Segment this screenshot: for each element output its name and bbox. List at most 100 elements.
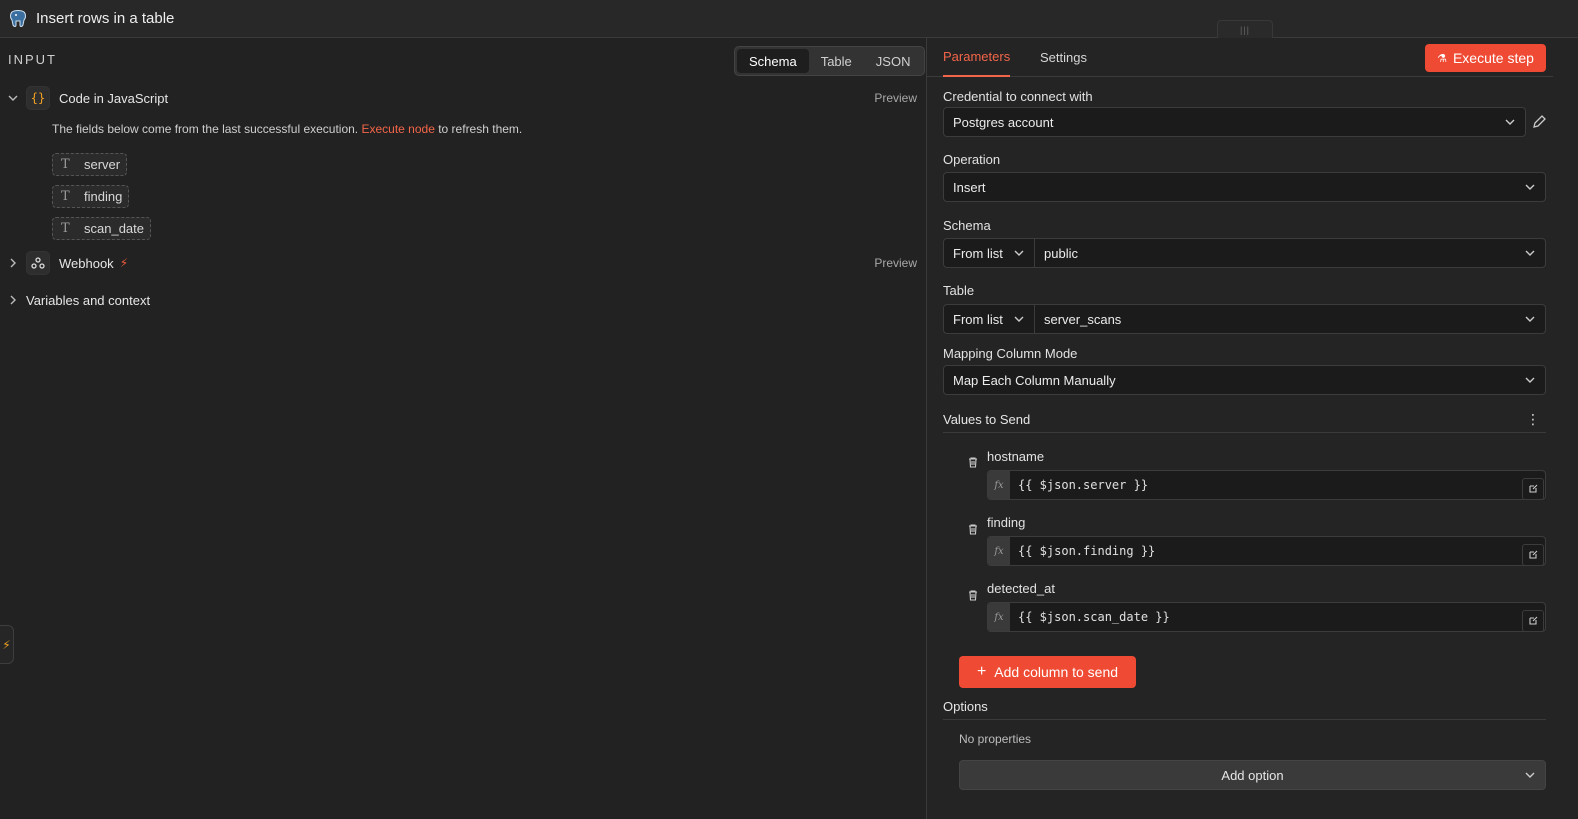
- add-option-button[interactable]: Add option: [959, 760, 1546, 790]
- postgres-elephant-icon: [10, 9, 26, 27]
- input-panel: INPUT Schema Table JSON {} Code in JavaS…: [0, 38, 926, 819]
- tab-settings[interactable]: Settings: [1040, 38, 1087, 77]
- no-properties-text: No properties: [959, 732, 1032, 746]
- lightning-bolt-icon: ⚡: [2, 637, 11, 652]
- field-pill-finding[interactable]: T finding: [52, 185, 130, 208]
- expression-value: {{ $json.server }}: [1018, 478, 1149, 492]
- expression-value: {{ $json.finding }}: [1018, 544, 1156, 558]
- credential-value: Postgres account: [953, 114, 1054, 130]
- options-header: Options: [943, 694, 1546, 720]
- tab-parameters[interactable]: Parameters: [943, 38, 1011, 77]
- chevron-down-icon: [1525, 772, 1535, 778]
- text-type-icon: T: [61, 157, 70, 172]
- preview-link-webhook[interactable]: Preview: [874, 256, 917, 270]
- open-expression-editor-icon[interactable]: [1522, 478, 1544, 500]
- chevron-down-icon: [1014, 316, 1024, 322]
- note-text: The fields below come from the last succ…: [52, 122, 359, 136]
- execute-step-label: Execute step: [1452, 50, 1534, 66]
- mapping-label: Mapping Column Mode: [943, 346, 1078, 361]
- flask-icon: ⚗: [1437, 52, 1447, 65]
- add-column-button[interactable]: + Add column to send: [959, 656, 1136, 688]
- operation-value: Insert: [953, 179, 986, 195]
- expression-input-finding[interactable]: fx {{ $json.finding }}: [987, 536, 1546, 566]
- side-panel-toggle[interactable]: ⚡: [0, 625, 14, 664]
- operation-select[interactable]: Insert: [943, 172, 1546, 202]
- plus-icon: +: [976, 663, 987, 680]
- values-to-send-header: Values to Send ⋮: [943, 407, 1546, 433]
- schema-value: public: [1044, 245, 1078, 261]
- chevron-down-icon: [1014, 250, 1024, 256]
- fx-icon: fx: [988, 537, 1010, 565]
- chevron-down-icon[interactable]: [8, 93, 18, 103]
- variables-context-row[interactable]: Variables and context: [0, 288, 150, 312]
- trash-icon[interactable]: [967, 456, 979, 468]
- chevron-down-icon: [1505, 119, 1515, 125]
- operation-label: Operation: [943, 152, 1001, 167]
- values-to-send-label: Values to Send: [943, 412, 1031, 427]
- title-bar: Insert rows in a table: [0, 0, 1578, 38]
- view-mode-table[interactable]: Table: [809, 49, 864, 73]
- text-type-icon: T: [61, 189, 70, 204]
- schema-label: Schema: [943, 218, 991, 233]
- mapping-select[interactable]: Map Each Column Manually: [943, 365, 1546, 395]
- value-name-finding: finding: [987, 515, 1026, 530]
- node-name-code: Code in JavaScript: [59, 90, 169, 106]
- webhook-icon: [26, 251, 50, 275]
- view-mode-schema[interactable]: Schema: [737, 49, 809, 73]
- execution-note: The fields below come from the last succ…: [52, 122, 522, 136]
- add-option-label: Add option: [1221, 767, 1284, 783]
- execute-step-button[interactable]: ⚗ Execute step: [1425, 44, 1546, 72]
- note-text-end: to refresh them.: [438, 122, 523, 136]
- field-pill-server[interactable]: T server: [52, 153, 128, 176]
- credential-select[interactable]: Postgres account: [943, 107, 1526, 137]
- more-vertical-icon[interactable]: ⋮: [1526, 411, 1540, 428]
- table-value: server_scans: [1044, 311, 1122, 327]
- input-label: INPUT: [8, 52, 57, 67]
- chevron-down-icon: [1525, 250, 1535, 256]
- schema-mode-select[interactable]: From list: [943, 238, 1035, 268]
- open-expression-editor-icon[interactable]: [1522, 544, 1544, 566]
- node-row-webhook[interactable]: Webhook ⚡ Preview: [0, 250, 926, 276]
- chevron-down-icon: [1525, 377, 1535, 383]
- parameters-panel: Parameters Settings ⚗ Execute step Crede…: [926, 38, 1578, 819]
- credential-label: Credential to connect with: [943, 89, 1093, 104]
- add-column-label: Add column to send: [994, 664, 1119, 680]
- trash-icon[interactable]: [967, 523, 979, 535]
- node-row-code[interactable]: {} Code in JavaScript Preview: [0, 85, 926, 111]
- variables-context-label: Variables and context: [26, 292, 151, 308]
- fx-icon: fx: [988, 603, 1010, 631]
- view-mode-switcher: Schema Table JSON: [734, 46, 926, 76]
- expression-input-hostname[interactable]: fx {{ $json.server }}: [987, 470, 1546, 500]
- expression-value: {{ $json.scan_date }}: [1018, 610, 1170, 624]
- schema-value-select[interactable]: public: [1034, 238, 1546, 268]
- table-mode-value: From list: [953, 311, 1003, 327]
- field-name: scan_date: [84, 221, 144, 236]
- value-name-detected-at: detected_at: [987, 581, 1055, 596]
- chevron-right-icon[interactable]: [8, 258, 18, 268]
- options-label: Options: [943, 699, 988, 714]
- code-braces-icon: {}: [26, 86, 50, 110]
- view-mode-json[interactable]: JSON: [864, 49, 923, 73]
- table-value-select[interactable]: server_scans: [1034, 304, 1546, 334]
- table-label: Table: [943, 283, 975, 298]
- field-pill-scan-date[interactable]: T scan_date: [52, 217, 151, 240]
- field-name: finding: [84, 189, 123, 204]
- execute-node-link[interactable]: Execute node: [361, 122, 434, 136]
- table-mode-select[interactable]: From list: [943, 304, 1035, 334]
- open-expression-editor-icon[interactable]: [1522, 610, 1544, 632]
- value-name-hostname: hostname: [987, 449, 1045, 464]
- preview-link-code[interactable]: Preview: [874, 91, 917, 105]
- trash-icon[interactable]: [967, 589, 979, 601]
- expression-input-detected-at[interactable]: fx {{ $json.scan_date }}: [987, 602, 1546, 632]
- mapping-value: Map Each Column Manually: [953, 372, 1116, 388]
- drag-grip-icon[interactable]: |||: [1217, 20, 1273, 38]
- field-name: server: [84, 157, 121, 172]
- schema-mode-value: From list: [953, 245, 1003, 261]
- node-name-webhook: Webhook: [59, 255, 114, 271]
- chevron-right-icon[interactable]: [8, 295, 18, 305]
- chevron-down-icon: [1525, 316, 1535, 322]
- lightning-bolt-icon: ⚡: [119, 256, 129, 270]
- chevron-down-icon: [1525, 184, 1535, 190]
- page-title: Insert rows in a table: [36, 10, 175, 27]
- pencil-edit-icon[interactable]: [1531, 114, 1547, 130]
